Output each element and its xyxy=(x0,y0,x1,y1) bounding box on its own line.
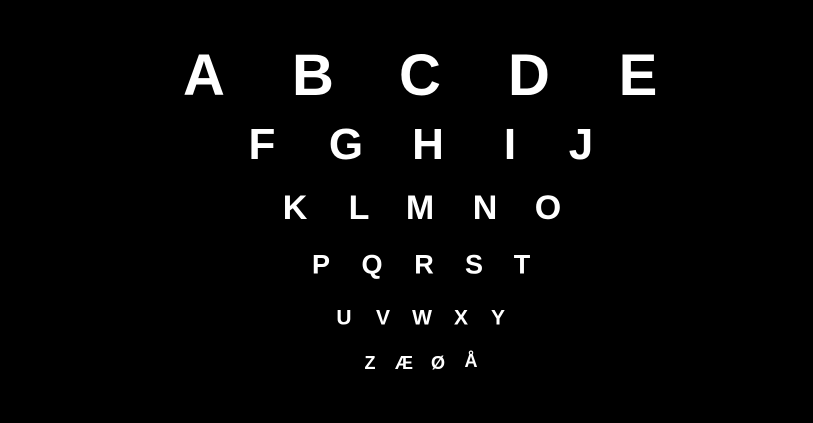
chart-letter: G xyxy=(328,120,364,169)
chart-letter: B xyxy=(292,43,334,108)
chart-letter: U xyxy=(336,306,352,330)
chart-letter: P xyxy=(311,249,331,280)
chart-letter: M xyxy=(405,189,435,227)
chart-letter: J xyxy=(568,120,594,169)
chart-letter: N xyxy=(472,189,498,227)
chart-letter: Ø xyxy=(430,353,446,373)
chart-letter: H xyxy=(412,120,444,169)
chart-letter: Z xyxy=(364,353,376,373)
chart-letter: K xyxy=(282,189,308,227)
chart-letter: A xyxy=(183,43,225,108)
chart-letter: D xyxy=(508,43,550,108)
chart-letter: I xyxy=(503,120,517,169)
chart-letter: L xyxy=(348,189,370,227)
chart-letter: Q xyxy=(361,249,383,280)
chart-letter: X xyxy=(453,306,469,330)
chart-letter: W xyxy=(412,306,432,330)
chart-letter: F xyxy=(248,120,276,169)
chart-letter: T xyxy=(513,249,531,280)
chart-letter: O xyxy=(534,189,562,227)
chart-letter: E xyxy=(618,43,658,108)
chart-letter: R xyxy=(414,249,434,280)
chart-letter: C xyxy=(399,43,441,108)
chart-letter: Æ xyxy=(395,353,413,373)
chart-letter: S xyxy=(464,249,484,280)
chart-letter: Y xyxy=(490,306,506,330)
eye-chart: A B C D E F G H I J K L M N O P Q R S T … xyxy=(0,0,813,423)
chart-letter: Å xyxy=(464,351,478,371)
chart-letter: V xyxy=(375,306,391,330)
